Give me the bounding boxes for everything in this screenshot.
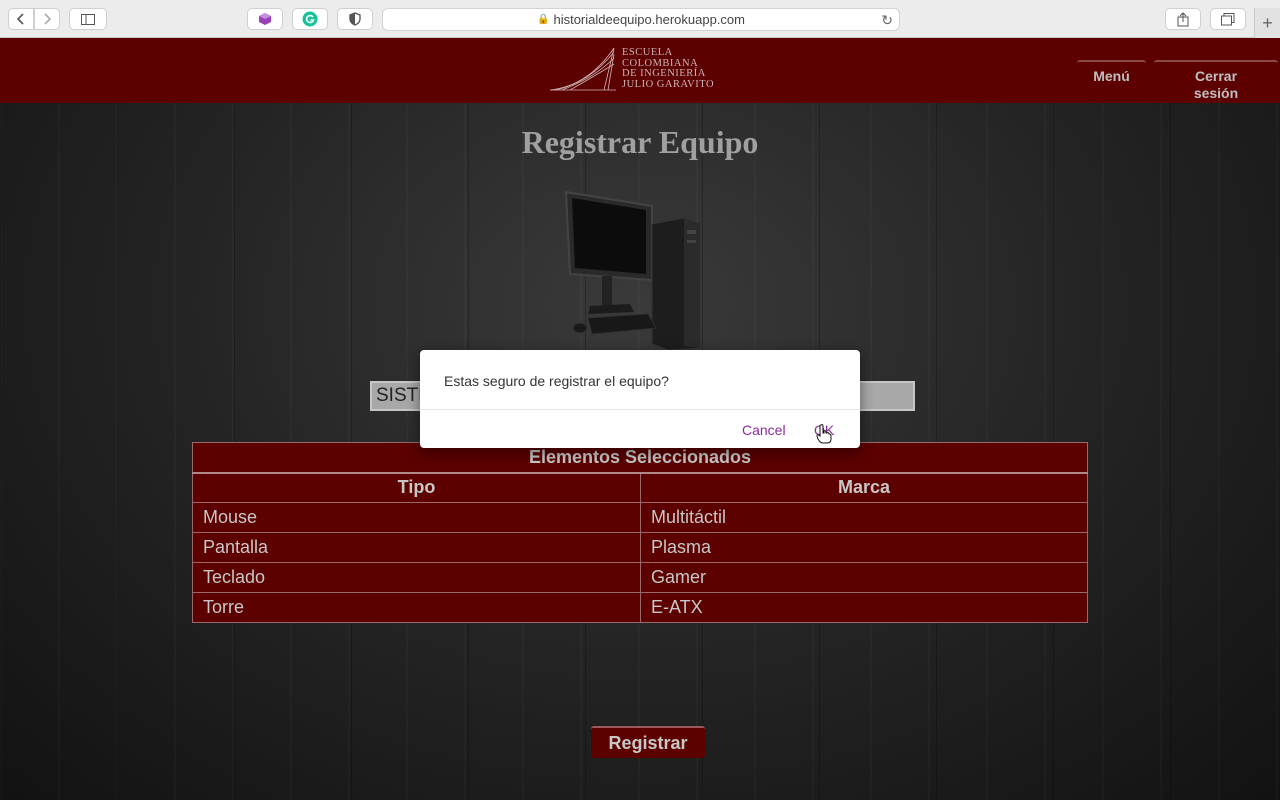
confirm-dialog: Estas seguro de registrar el equipo? Can… (420, 350, 860, 448)
table-cell: E-ATX (640, 592, 1088, 623)
logout-label: Cerrar (1194, 68, 1238, 84)
share-icon[interactable] (1165, 8, 1201, 30)
sidebar-icon[interactable] (69, 8, 107, 30)
table-cell: Torre (192, 592, 641, 623)
reload-icon[interactable]: ↻ (881, 12, 893, 29)
cancel-button[interactable]: Cancel (742, 422, 786, 438)
dialog-message: Estas seguro de registrar el equipo? (444, 373, 669, 389)
computer-image (560, 188, 710, 351)
extension-cube-icon[interactable] (247, 8, 283, 30)
table-row: Teclado Gamer (192, 562, 1088, 593)
tabs-overview-icon[interactable] (1210, 8, 1246, 30)
new-tab-icon[interactable]: + (1254, 8, 1280, 38)
shield-icon[interactable] (337, 8, 373, 30)
address-bar[interactable]: 🔒 historialdeequipo.herokuapp.com ↻ (382, 8, 900, 31)
register-button[interactable]: Registrar (591, 726, 705, 758)
table-cell: Pantalla (192, 532, 641, 563)
logo-text: ESCUELA COLOMBIANA DE INGENIERÍA JULIO G… (622, 47, 715, 90)
logout-button[interactable]: Cerrar sesión (1154, 60, 1278, 103)
menu-button[interactable]: Menú (1077, 60, 1146, 103)
logo-line: JULIO GARAVITO (622, 78, 715, 90)
table-cell: Plasma (640, 532, 1088, 563)
table-cell: Teclado (192, 562, 641, 593)
table-row: Pantalla Plasma (192, 532, 1088, 563)
table-row: Torre E-ATX (192, 592, 1088, 623)
logo-line: DE INGENIERÍA (622, 68, 706, 79)
column-header-marca: Marca (640, 472, 1088, 503)
table-row: Mouse Multitáctil (192, 502, 1088, 533)
selected-elements-table: Elementos Seleccionados Tipo Marca Mouse… (192, 442, 1088, 623)
back-icon[interactable] (8, 8, 34, 30)
dialog-divider (420, 409, 860, 410)
table-cell: Gamer (640, 562, 1088, 593)
logout-label: sesión (1193, 85, 1239, 101)
table-cell: Mouse (192, 502, 641, 533)
forward-icon[interactable] (34, 8, 60, 30)
browser-toolbar: 🔒 historialdeequipo.herokuapp.com ↻ + (0, 0, 1280, 38)
url-text: historialdeequipo.herokuapp.com (553, 12, 745, 27)
table-cell: Multitáctil (640, 502, 1088, 533)
logo-line: ESCUELA (622, 47, 673, 58)
hand-cursor-icon (816, 424, 832, 449)
column-header-tipo: Tipo (192, 472, 641, 503)
page-title: Registrar Equipo (521, 124, 759, 160)
top-navbar: ESCUELA COLOMBIANA DE INGENIERÍA JULIO G… (0, 38, 1280, 103)
menu-label: Menú (1093, 68, 1130, 84)
table-header-row: Tipo Marca (192, 472, 1088, 503)
lock-icon: 🔒 (537, 14, 550, 25)
grammarly-icon[interactable] (292, 8, 328, 30)
school-logo: ESCUELA COLOMBIANA DE INGENIERÍA JULIO G… (548, 46, 728, 94)
